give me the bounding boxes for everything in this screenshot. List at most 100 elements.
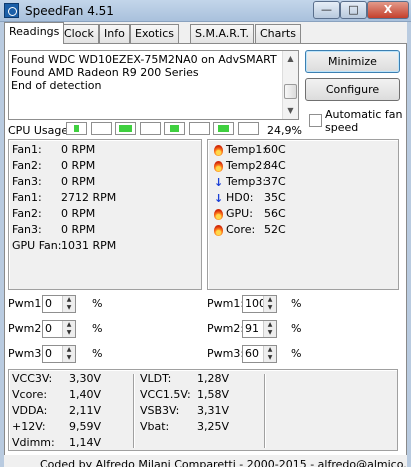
tab-exotics[interactable]: Exotics xyxy=(130,24,179,43)
tab-readings[interactable]: Readings xyxy=(4,22,65,44)
pwm1-label: Pwm1: xyxy=(8,297,46,310)
pwm2-spinner[interactable]: 91 ▲ ▼ xyxy=(242,320,277,338)
fan-value: 0 RPM xyxy=(61,223,96,236)
voltage-label: Vdimm: xyxy=(12,436,55,449)
down-arrow-icon: ↓ xyxy=(214,192,224,205)
temp-value: 37C xyxy=(264,175,286,188)
pwm2-label: Pwm2: xyxy=(8,322,46,335)
fan-value: 0 RPM xyxy=(61,207,96,220)
pwm2-value[interactable]: 0 xyxy=(45,322,52,335)
fan-label: Fan2: xyxy=(12,159,42,172)
temp-label: Temp1: xyxy=(226,143,267,156)
fan-value: 2712 RPM xyxy=(61,191,117,204)
fan-speeds-panel: Fan1: 0 RPM Fan2: 0 RPM Fan3: 0 RPM Fan1… xyxy=(8,139,202,290)
cpu-core-meter xyxy=(237,122,259,135)
voltage-label: +12V: xyxy=(12,420,46,433)
automatic-fan-speed-label: Automatic fan speed xyxy=(325,108,403,134)
voltage-value: 1,58V xyxy=(197,388,230,401)
voltage-label: VLDT: xyxy=(140,372,172,385)
temperatures-panel: Temp1: 60C Temp2: 84C ↓ Temp3: 37C ↓ HD0… xyxy=(207,139,399,290)
spin-down-icon[interactable]: ▼ xyxy=(263,304,276,312)
down-arrow-icon: ↓ xyxy=(214,176,224,189)
log-line: Found AMD Radeon R9 200 Series xyxy=(11,66,199,79)
column-divider xyxy=(264,374,265,448)
cpu-usage-meters xyxy=(66,122,262,136)
spin-down-icon[interactable]: ▼ xyxy=(263,354,276,362)
voltage-label: Vcore: xyxy=(12,388,48,401)
cpu-core-meter xyxy=(66,122,87,135)
pwm1-spinner[interactable]: 0 ▲ ▼ xyxy=(42,295,76,313)
spin-up-icon[interactable]: ▲ xyxy=(62,346,75,354)
pwm2-value[interactable]: 91 xyxy=(245,322,259,335)
temp-label: GPU: xyxy=(226,207,253,220)
cpu-usage-label: CPU Usage xyxy=(8,124,69,137)
cpu-core-meter xyxy=(115,122,136,135)
pwm3-value[interactable]: 60 xyxy=(245,347,259,360)
tab-smart[interactable]: S.M.A.R.T. xyxy=(190,24,254,43)
detection-log[interactable]: Found WDC WD10EZEX-75M2NA0 on AdvSMART F… xyxy=(8,50,299,120)
pwm2-percent-sign: % xyxy=(92,322,103,335)
cpu-core-meter xyxy=(164,122,185,135)
tab-clock[interactable]: Clock xyxy=(59,24,99,43)
pwm1-spinner[interactable]: 100 ▲ ▼ xyxy=(242,295,277,313)
voltage-value: 3,31V xyxy=(197,404,230,417)
temp-value: 56C xyxy=(264,207,286,220)
spin-up-icon[interactable]: ▲ xyxy=(62,296,75,304)
fan-label: Fan1: xyxy=(12,191,42,204)
pwm3-label: Pwm3: xyxy=(8,347,46,360)
column-divider xyxy=(133,374,134,448)
temp-label: HD0: xyxy=(226,191,254,204)
scroll-down-icon[interactable]: ▼ xyxy=(283,103,298,119)
log-scrollbar[interactable]: ▲ ▼ xyxy=(282,51,298,119)
pwm2-label: Pwm2: xyxy=(207,322,245,335)
status-bar-text: Coded by Alfredo Milani Comparetti - 200… xyxy=(40,458,407,467)
pwm1-label: Pwm1: xyxy=(207,297,245,310)
cpu-core-meter xyxy=(213,122,234,135)
voltages-panel: VCC3V: 3,30V Vcore: 1,40V VDDA: 2,11V +1… xyxy=(8,369,398,451)
pwm1-percent-sign: % xyxy=(291,297,302,310)
spin-down-icon[interactable]: ▼ xyxy=(263,329,276,337)
scroll-up-icon[interactable]: ▲ xyxy=(283,51,298,67)
configure-button[interactable]: Configure xyxy=(305,78,400,101)
pwm1-percent-sign: % xyxy=(92,297,103,310)
temp-value: 60C xyxy=(264,143,286,156)
cpu-usage-percent: 24,9% xyxy=(267,124,302,137)
fan-value: 0 RPM xyxy=(61,175,96,188)
gpu-fan-label: GPU Fan: xyxy=(12,239,62,252)
spin-down-icon[interactable]: ▼ xyxy=(62,304,75,312)
window-close-button[interactable]: X xyxy=(367,1,409,19)
pwm3-value[interactable]: 0 xyxy=(45,347,52,360)
spin-down-icon[interactable]: ▼ xyxy=(62,354,75,362)
pwm1-value[interactable]: 0 xyxy=(45,297,52,310)
temp-value: 84C xyxy=(264,159,286,172)
window-maximize-button[interactable]: □ xyxy=(340,1,367,19)
fan-value: 0 RPM xyxy=(61,143,96,156)
pwm3-label: Pwm3: xyxy=(207,347,245,360)
window-minimize-button[interactable]: — xyxy=(313,1,340,19)
window-title: SpeedFan 4.51 xyxy=(25,4,114,18)
log-line: Found WDC WD10EZEX-75M2NA0 on AdvSMART xyxy=(11,53,277,66)
scroll-thumb[interactable] xyxy=(284,84,297,99)
minimize-button[interactable]: Minimize xyxy=(305,50,400,73)
tab-info[interactable]: Info xyxy=(99,24,130,43)
app-icon xyxy=(4,3,19,18)
voltage-value: 2,11V xyxy=(69,404,102,417)
spin-up-icon[interactable]: ▲ xyxy=(62,321,75,329)
automatic-fan-speed-checkbox[interactable] xyxy=(309,114,322,127)
fan-label: Fan1: xyxy=(12,143,42,156)
fan-label: Fan3: xyxy=(12,175,42,188)
pwm2-spinner[interactable]: 0 ▲ ▼ xyxy=(42,320,76,338)
pwm3-spinner[interactable]: 0 ▲ ▼ xyxy=(42,345,76,363)
spin-up-icon[interactable]: ▲ xyxy=(263,346,276,354)
spin-down-icon[interactable]: ▼ xyxy=(62,329,75,337)
spin-up-icon[interactable]: ▲ xyxy=(263,321,276,329)
cpu-core-meter xyxy=(90,122,112,135)
tab-charts[interactable]: Charts xyxy=(255,24,301,43)
fan-label: Fan3: xyxy=(12,223,42,236)
pwm3-percent-sign: % xyxy=(291,347,302,360)
pwm3-spinner[interactable]: 60 ▲ ▼ xyxy=(242,345,277,363)
spin-up-icon[interactable]: ▲ xyxy=(263,296,276,304)
cpu-core-meter-fill xyxy=(217,125,230,132)
gpu-fan-value: 1031 RPM xyxy=(61,239,117,252)
cpu-core-meter xyxy=(188,122,210,135)
